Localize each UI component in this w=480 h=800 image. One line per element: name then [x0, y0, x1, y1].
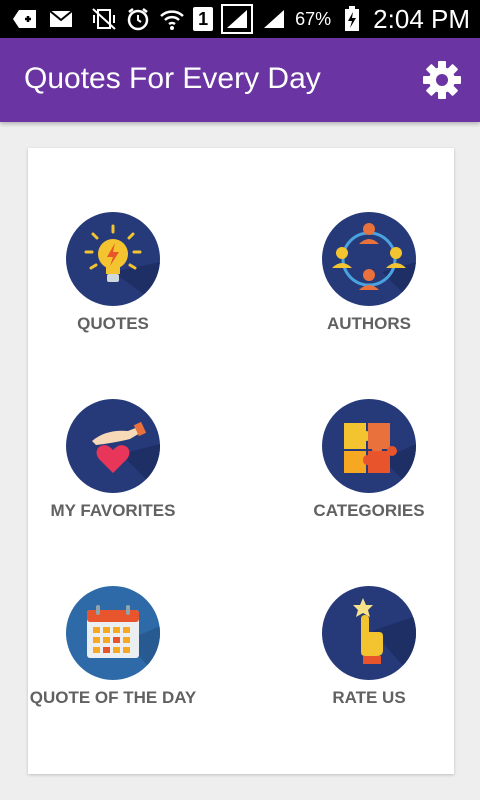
sim-1-icon: 1 — [193, 7, 214, 31]
menu-item-quotes[interactable]: QUOTES — [13, 212, 213, 352]
lightbulb-icon — [66, 212, 160, 306]
mail-icon — [48, 6, 74, 32]
signal-icon — [221, 4, 254, 34]
no-vibrate-icon — [91, 6, 117, 32]
menu-item-quote-of-the-day[interactable]: QUOTE OF THE DAY — [13, 586, 213, 726]
wifi-icon — [159, 6, 185, 32]
menu-item-label: RATE US — [332, 688, 406, 707]
battery-percent: 67% — [295, 8, 332, 29]
menu-item-my-favorites[interactable]: MY FAVORITES — [13, 399, 213, 539]
menu-item-label: CATEGORIES — [313, 501, 425, 520]
gear-icon — [423, 61, 461, 99]
menu-item-label: MY FAVORITES — [50, 501, 176, 520]
people-network-icon — [322, 212, 416, 306]
menu-item-rate-us[interactable]: RATE US — [269, 586, 469, 726]
puzzle-icon — [322, 399, 416, 493]
settings-button[interactable] — [420, 58, 464, 102]
app-bar: Quotes For Every Day — [0, 38, 480, 122]
status-bar: 1 67% 2:04 PM — [0, 0, 480, 38]
menu-item-categories[interactable]: CATEGORIES — [269, 399, 469, 539]
menu-item-authors[interactable]: AUTHORS — [269, 212, 469, 352]
app-title: Quotes For Every Day — [24, 62, 321, 95]
calendar-icon — [66, 586, 160, 680]
heart-hand-icon — [66, 399, 160, 493]
battery-charging-icon — [339, 6, 365, 32]
menu-item-label: AUTHORS — [326, 314, 412, 333]
status-time: 2:04 PM — [373, 3, 470, 34]
menu-item-label: QUOTE OF THE DAY — [29, 688, 197, 707]
alarm-icon — [125, 6, 151, 32]
menu-item-label: QUOTES — [77, 314, 149, 333]
signal-2-icon — [261, 6, 287, 32]
add-icon — [12, 6, 38, 32]
sim-slot-number: 1 — [198, 8, 209, 29]
star-hand-icon — [322, 586, 416, 680]
menu-card: QUOTES AUTHORS MY FAVORITES CATEGORIES Q… — [28, 148, 454, 774]
